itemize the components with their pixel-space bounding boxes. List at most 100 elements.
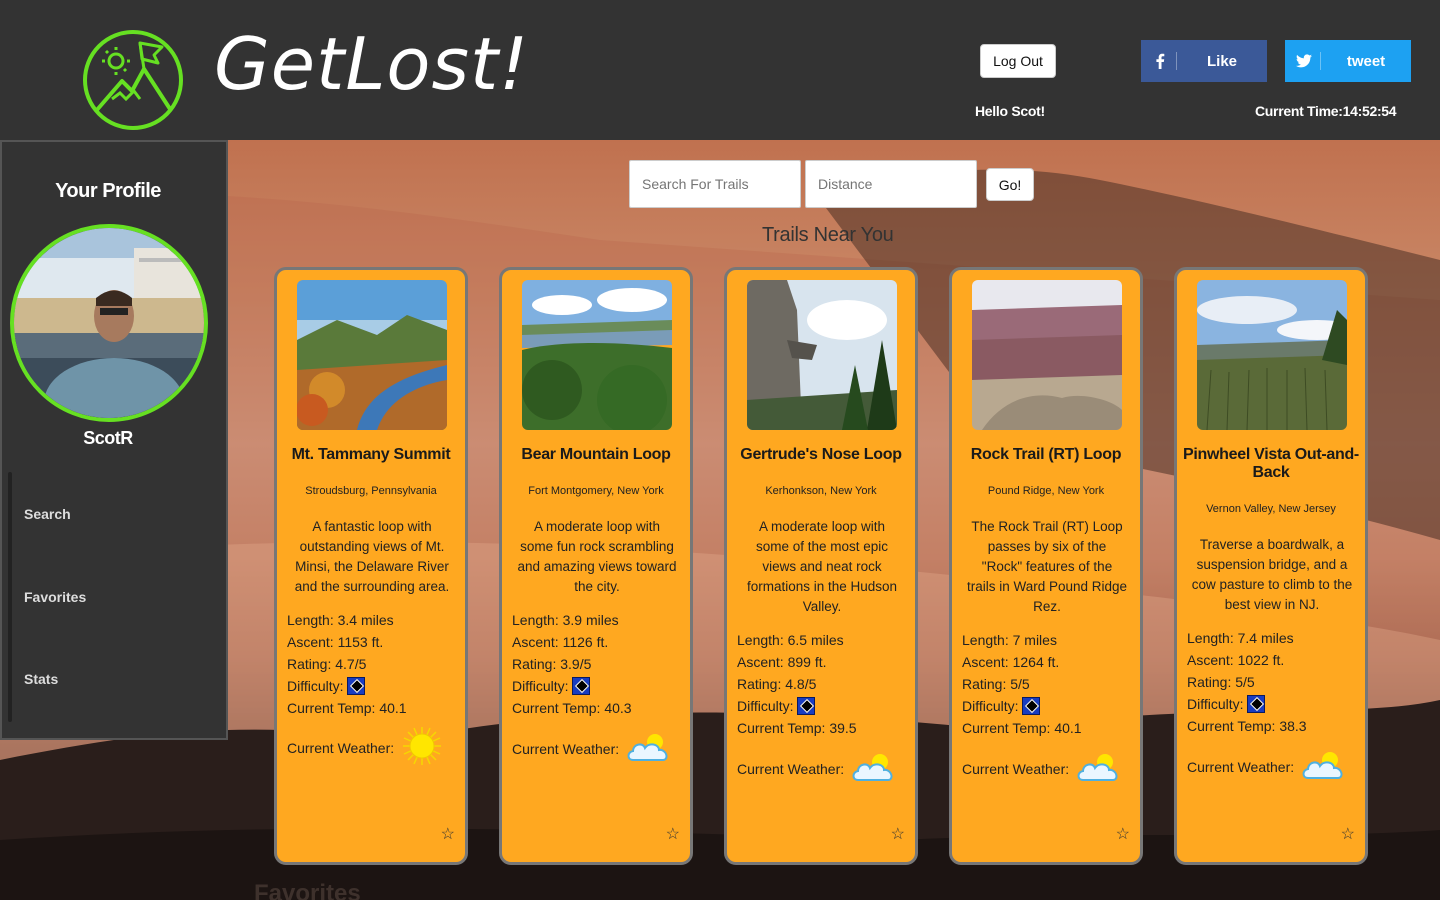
black-diamond-difficulty-icon xyxy=(1022,697,1041,715)
trail-name: Pinwheel Vista Out-and-Back xyxy=(1183,446,1359,481)
trail-description: A moderate loop with some fun rock scram… xyxy=(517,519,677,594)
profile-sidebar: Your Profile ScotR Search Favorites Stat… xyxy=(0,140,228,740)
trail-name: Bear Mountain Loop xyxy=(521,446,671,463)
weather-row: Current Weather: xyxy=(737,752,898,785)
difficulty-label: Difficulty: xyxy=(512,678,569,694)
difficulty-label: Difficulty: xyxy=(962,698,1019,714)
black-diamond-difficulty-icon xyxy=(347,677,366,695)
trail-rating: Rating: 4.8/5 xyxy=(737,676,817,692)
trail-card[interactable]: Bear Mountain Loop Fort Montgomery, New … xyxy=(499,267,693,865)
trail-stats: Length: 3.9 miles Ascent: 1126 ft. Ratin… xyxy=(512,609,688,719)
trail-stats: Length: 3.4 miles Ascent: 1153 ft. Ratin… xyxy=(287,609,463,719)
difficulty-label: Difficulty: xyxy=(1187,696,1244,712)
trail-photo xyxy=(522,280,672,430)
tweet-label: tweet xyxy=(1346,52,1386,70)
trail-temp: Current Temp: 40.1 xyxy=(287,700,407,716)
mountain-flag-logo-icon[interactable] xyxy=(82,29,184,131)
trail-name: Rock Trail (RT) Loop xyxy=(970,446,1122,463)
tweet-button[interactable]: tweet xyxy=(1285,40,1411,82)
trail-location: Fort Montgomery, New York xyxy=(528,485,664,497)
difficulty-label: Difficulty: xyxy=(737,698,794,714)
trail-length: Length: 3.9 miles xyxy=(512,612,619,628)
sidebar-item-favorites[interactable]: Favorites xyxy=(24,589,86,605)
trail-length: Length: 3.4 miles xyxy=(287,612,394,628)
trail-ascent: Ascent: 899 ft. xyxy=(737,654,827,670)
go-button[interactable]: Go! xyxy=(986,168,1034,201)
weather-row: Current Weather: xyxy=(287,726,444,769)
difficulty-label: Difficulty: xyxy=(287,678,344,694)
partly-cloudy-icon xyxy=(625,732,673,765)
twitter-bird-icon xyxy=(1287,52,1321,70)
weather-label: Current Weather: xyxy=(962,760,1070,777)
trail-length: Length: 6.5 miles xyxy=(737,632,844,648)
partly-cloudy-icon xyxy=(850,752,898,785)
trail-photo xyxy=(747,280,897,430)
weather-label: Current Weather: xyxy=(512,740,620,757)
trail-card[interactable]: Pinwheel Vista Out-and-Back Vernon Valle… xyxy=(1174,267,1368,865)
trail-photo xyxy=(1197,280,1347,430)
trail-description: The Rock Trail (RT) Loop passes by six o… xyxy=(966,519,1128,614)
trail-rating: Rating: 5/5 xyxy=(962,676,1030,692)
weather-row: Current Weather: xyxy=(1187,750,1348,783)
facebook-icon xyxy=(1143,52,1177,70)
trail-location: Stroudsburg, Pennsylvania xyxy=(305,485,437,497)
greeting: Hello Scot! xyxy=(975,103,1045,119)
trail-length: Length: 7.4 miles xyxy=(1187,630,1294,646)
header: GetLost! Log Out Hello Scot! Like tweet … xyxy=(0,0,1440,140)
weather-row: Current Weather: xyxy=(512,732,673,765)
sidebar-item-search[interactable]: Search xyxy=(24,506,71,522)
favorite-star-icon[interactable]: ☆ xyxy=(441,824,455,844)
trail-stats: Length: 7 miles Ascent: 1264 ft. Rating:… xyxy=(962,629,1138,739)
favorite-star-icon[interactable]: ☆ xyxy=(666,824,680,844)
trail-stats: Length: 7.4 miles Ascent: 1022 ft. Ratin… xyxy=(1187,627,1363,737)
trail-description: Traverse a boardwalk, a suspension bridg… xyxy=(1191,537,1353,612)
trail-location: Pound Ridge, New York xyxy=(987,485,1105,497)
weather-label: Current Weather: xyxy=(737,760,845,777)
trail-rating: Rating: 4.7/5 xyxy=(287,656,367,672)
partly-cloudy-icon xyxy=(1075,752,1123,785)
trail-photo xyxy=(972,280,1122,430)
weather-label: Current Weather: xyxy=(287,739,395,756)
trail-description: A fantastic loop with outstanding views … xyxy=(294,519,450,594)
trail-description: A moderate loop with some of the most ep… xyxy=(746,519,898,614)
username: ScotR xyxy=(83,428,133,448)
trail-temp: Current Temp: 40.3 xyxy=(512,700,632,716)
section-title: Trails Near You xyxy=(762,224,894,246)
brand-title: GetLost! xyxy=(214,22,530,106)
black-diamond-difficulty-icon xyxy=(797,697,816,715)
trail-card[interactable]: Rock Trail (RT) Loop Pound Ridge, New Yo… xyxy=(949,267,1143,865)
trail-photo xyxy=(297,280,447,430)
distance-input[interactable] xyxy=(805,160,977,208)
trail-length: Length: 7 miles xyxy=(962,632,1057,648)
trail-card[interactable]: Mt. Tammany Summit Stroudsburg, Pennsylv… xyxy=(274,267,468,865)
avatar[interactable] xyxy=(10,224,208,422)
trail-ascent: Ascent: 1153 ft. xyxy=(287,634,384,650)
facebook-like-button[interactable]: Like xyxy=(1141,40,1267,82)
black-diamond-difficulty-icon xyxy=(572,677,591,695)
trail-card[interactable]: Gertrude's Nose Loop Kerhonkson, New Yor… xyxy=(724,267,918,865)
weather-label: Current Weather: xyxy=(1187,758,1295,775)
trail-rating: Rating: 3.9/5 xyxy=(512,656,592,672)
trail-temp: Current Temp: 40.1 xyxy=(962,720,1082,736)
trail-ascent: Ascent: 1022 ft. xyxy=(1187,652,1285,668)
sidebar-item-stats[interactable]: Stats xyxy=(24,671,58,687)
profile-title: Your Profile xyxy=(55,180,161,202)
like-label: Like xyxy=(1206,52,1237,70)
favorite-star-icon[interactable]: ☆ xyxy=(891,824,905,844)
trail-location: Vernon Valley, New Jersey xyxy=(1206,503,1336,515)
weather-row: Current Weather: xyxy=(962,752,1123,785)
favorite-star-icon[interactable]: ☆ xyxy=(1341,824,1355,844)
trail-temp: Current Temp: 39.5 xyxy=(737,720,857,736)
logout-button[interactable]: Log Out xyxy=(980,44,1056,78)
trail-location: Kerhonkson, New York xyxy=(765,485,877,497)
favorite-star-icon[interactable]: ☆ xyxy=(1116,824,1130,844)
trail-temp: Current Temp: 38.3 xyxy=(1187,718,1307,734)
partly-cloudy-icon xyxy=(1300,750,1348,783)
trail-ascent: Ascent: 1126 ft. xyxy=(512,634,609,650)
current-time: Current Time:14:52:54 xyxy=(1255,103,1397,119)
trail-stats: Length: 6.5 miles Ascent: 899 ft. Rating… xyxy=(737,629,913,739)
trail-name: Mt. Tammany Summit xyxy=(291,446,451,463)
trail-search-input[interactable] xyxy=(629,160,801,208)
sidebar-scrollbar[interactable] xyxy=(8,472,12,722)
trail-ascent: Ascent: 1264 ft. xyxy=(962,654,1060,670)
